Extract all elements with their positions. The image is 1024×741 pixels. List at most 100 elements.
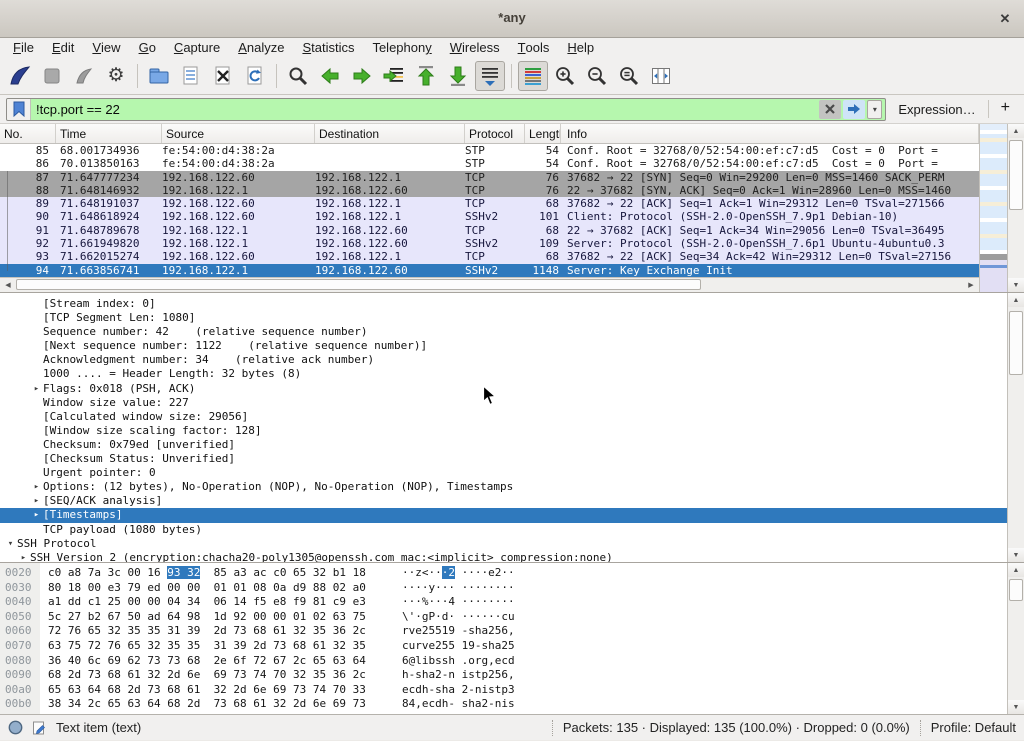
start-capture-button[interactable] [5,61,35,91]
collapse-icon[interactable]: ▾ [4,537,17,551]
colorize-button[interactable] [518,61,548,91]
packet-row-90[interactable]: 9071.648618924192.168.122.60192.168.122.… [0,210,979,223]
column-header-source[interactable]: Source [162,124,315,143]
hex-ascii[interactable]: ecdh-sha 2-nistp3 [402,683,515,698]
packet-row-89[interactable]: 8971.648191037192.168.122.60192.168.122.… [0,197,979,210]
packet-row-94[interactable]: 9471.663856741192.168.122.1192.168.122.6… [0,264,979,277]
detail-line[interactable]: 1000 .... = Header Length: 32 bytes (8) [0,367,1007,381]
hex-bytes[interactable]: 63 75 72 76 65 32 35 35 31 39 2d 73 68 6… [48,639,366,652]
menu-tools[interactable]: Tools [509,38,559,57]
detail-line[interactable]: Window size value: 227 [0,396,1007,410]
hex-bytes[interactable]: 5c 27 b2 67 50 ad 64 98 1d 92 00 00 01 0… [48,610,366,623]
packet-row-88[interactable]: 8871.648146932192.168.122.1192.168.122.6… [0,184,979,197]
scroll-up-icon[interactable]: ▲ [1008,563,1024,577]
zoom-100-button[interactable] [614,61,644,91]
go-first-button[interactable] [411,61,441,91]
detail-line[interactable]: Checksum: 0x79ed [unverified] [0,438,1007,452]
packet-list-hscrollbar[interactable]: ◀ ▶ [0,277,979,292]
packet-row-86[interactable]: 8670.013850163fe:54:00:d4:38:2aSTP54Conf… [0,157,979,170]
menu-view[interactable]: View [83,38,129,57]
menu-edit[interactable]: Edit [43,38,83,57]
expert-info-icon[interactable] [8,720,23,735]
open-file-button[interactable] [144,61,174,91]
column-header-no[interactable]: No. [0,124,56,143]
hex-ascii[interactable]: h-sha2-n istp256, [402,668,515,683]
vscroll-thumb[interactable] [1009,311,1023,375]
display-filter-field[interactable]: ▾ [6,98,886,121]
stop-capture-button[interactable] [37,61,67,91]
display-filter-input[interactable] [31,102,819,117]
hex-bytes[interactable]: 38 34 2c 65 63 64 68 2d 73 68 61 32 2d 6… [48,697,366,710]
filter-apply-button[interactable] [843,100,865,119]
hex-row-0040[interactable]: 0040a1 dd c1 25 00 00 04 34 06 14 f5 e8 … [0,595,1007,610]
resize-columns-button[interactable] [646,61,676,91]
scroll-down-icon[interactable]: ▼ [1008,548,1024,562]
hex-ascii[interactable]: \'·gP·d· ······cu [402,610,515,625]
packet-row-91[interactable]: 9171.648789678192.168.122.1192.168.122.6… [0,224,979,237]
column-header-info[interactable]: Info [561,124,979,143]
auto-scroll-button[interactable] [475,61,505,91]
reload-file-button[interactable] [240,61,270,91]
detail-line[interactable]: Sequence number: 42 (relative sequence n… [0,325,1007,339]
packet-row-92[interactable]: 9271.661949820192.168.122.1192.168.122.6… [0,237,979,250]
go-to-packet-button[interactable] [379,61,409,91]
close-window-button[interactable]: ✕ [996,10,1014,28]
hex-bytes[interactable]: 36 40 6c 69 62 73 73 68 2e 6f 72 67 2c 6… [48,654,366,667]
vscroll-thumb[interactable] [1009,579,1023,601]
menu-go[interactable]: Go [130,38,165,57]
detail-line[interactable]: [Next sequence number: 1122 (relative se… [0,339,1007,353]
hscroll-thumb[interactable] [16,279,701,290]
hex-row-00a0[interactable]: 00a065 63 64 68 2d 73 68 61 32 2d 6e 69 … [0,683,1007,698]
hex-ascii[interactable]: 6@libssh .org,ecd [402,654,515,669]
scroll-up-icon[interactable]: ▲ [1008,124,1024,138]
expand-icon[interactable]: ▸ [30,382,43,396]
menu-file[interactable]: File [4,38,43,57]
packet-row-85[interactable]: 8568.001734936fe:54:00:d4:38:2aSTP54Conf… [0,144,979,157]
vscroll-thumb[interactable] [1009,140,1023,210]
detail-line[interactable]: Urgent pointer: 0 [0,466,1007,480]
scroll-left-icon[interactable]: ◀ [1,279,15,290]
go-forward-button[interactable] [347,61,377,91]
filter-clear-button[interactable] [819,100,841,119]
hex-row-00b0[interactable]: 00b038 34 2c 65 63 64 68 2d 73 68 61 32 … [0,697,1007,712]
scroll-right-icon[interactable]: ▶ [964,279,978,290]
detail-line[interactable]: ▸SSH Version 2 (encryption:chacha20-poly… [0,551,1007,562]
detail-line[interactable]: ▸[Timestamps] [0,508,1007,522]
detail-line[interactable]: [Stream index: 0] [0,297,1007,311]
detail-line[interactable]: [Calculated window size: 29056] [0,410,1007,424]
hex-scrollbar[interactable]: ▲ ▼ [1007,563,1024,714]
packet-row-93[interactable]: 9371.662015274192.168.122.60192.168.122.… [0,250,979,263]
menu-capture[interactable]: Capture [165,38,229,57]
go-back-button[interactable] [315,61,345,91]
restart-capture-button[interactable] [69,61,99,91]
expand-icon[interactable]: ▸ [30,508,43,522]
hex-row-0070[interactable]: 007063 75 72 76 65 32 35 35 31 39 2d 73 … [0,639,1007,654]
hex-bytes[interactable]: 80 18 00 e3 79 ed 00 00 01 01 08 0a d9 8… [48,581,366,594]
hex-bytes[interactable]: c0 a8 7a 3c 00 16 93 32 85 a3 ac c0 65 3… [48,566,366,579]
hex-ascii[interactable]: curve255 19-sha25 [402,639,515,654]
hex-row-0090[interactable]: 009068 2d 73 68 61 32 2d 6e 69 73 74 70 … [0,668,1007,683]
go-last-button[interactable] [443,61,473,91]
filter-bookmark-button[interactable] [7,99,31,120]
packet-row-87[interactable]: 8771.647777234192.168.122.60192.168.122.… [0,171,979,184]
hex-bytes[interactable]: a1 dd c1 25 00 00 04 34 06 14 f5 e8 f9 8… [48,595,366,608]
profile-label[interactable]: Profile: Default [931,720,1016,735]
find-packet-button[interactable] [283,61,313,91]
save-file-button[interactable] [176,61,206,91]
detail-line[interactable]: [Window size scaling factor: 128] [0,424,1007,438]
hex-ascii[interactable]: ····y··· ········ [402,581,515,596]
hex-row-0030[interactable]: 003080 18 00 e3 79 ed 00 00 01 01 08 0a … [0,581,1007,596]
menu-statistics[interactable]: Statistics [293,38,363,57]
details-scrollbar[interactable]: ▲ ▼ [1007,293,1024,562]
menu-analyze[interactable]: Analyze [229,38,293,57]
hex-bytes[interactable]: 65 63 64 68 2d 73 68 61 32 2d 6e 69 73 7… [48,683,366,696]
packet-list-minimap[interactable] [979,124,1007,292]
column-header-time[interactable]: Time [56,124,162,143]
hex-bytes[interactable]: 68 2d 73 68 61 32 2d 6e 69 73 74 70 32 3… [48,668,366,681]
column-header-length[interactable]: Length [525,124,561,143]
hex-row-0050[interactable]: 00505c 27 b2 67 50 ad 64 98 1d 92 00 00 … [0,610,1007,625]
detail-line[interactable]: ▸[SEQ/ACK analysis] [0,494,1007,508]
column-header-protocol[interactable]: Protocol [465,124,525,143]
detail-line[interactable]: ▾SSH Protocol [0,537,1007,551]
detail-line[interactable]: [TCP Segment Len: 1080] [0,311,1007,325]
